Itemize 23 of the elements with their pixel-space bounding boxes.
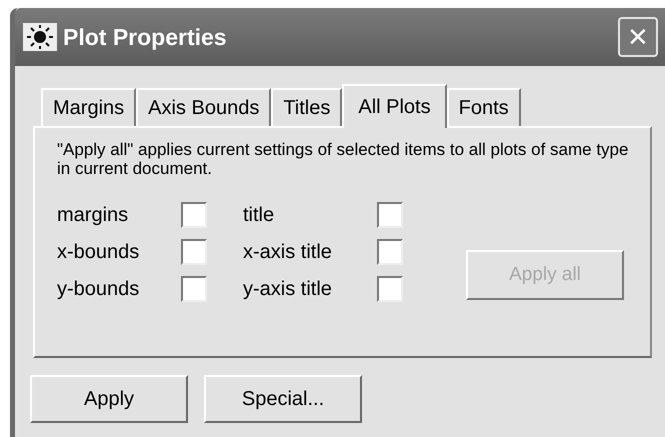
option-label: margins xyxy=(57,203,130,228)
tab[interactable]: Titles xyxy=(271,88,342,126)
option-label: title xyxy=(243,203,276,228)
checkbox[interactable] xyxy=(377,239,403,265)
close-button[interactable]: ✕ xyxy=(618,17,658,57)
checkbox[interactable] xyxy=(181,202,207,228)
checkbox[interactable] xyxy=(181,239,207,265)
window-title: Plot Properties xyxy=(63,22,227,52)
description-text: "Apply all" applies current settings of selected items to all plots of same type in current document. xyxy=(57,140,630,178)
checkbox[interactable] xyxy=(377,202,403,228)
option-label: x-bounds xyxy=(57,240,140,265)
sun-icon xyxy=(23,23,57,51)
option-label: y-axis title xyxy=(243,277,333,302)
checkbox[interactable] xyxy=(181,276,207,302)
option-label: x-axis title xyxy=(243,240,333,265)
tab[interactable]: Margins xyxy=(41,88,136,126)
checkbox[interactable] xyxy=(377,276,403,302)
option-label: y-bounds xyxy=(57,277,140,302)
tab[interactable]: All Plots xyxy=(342,84,447,128)
tab[interactable]: Axis Bounds xyxy=(136,88,272,126)
special-button[interactable]: Special... xyxy=(204,375,362,423)
apply-button[interactable]: Apply xyxy=(30,375,188,423)
tab[interactable]: Fonts xyxy=(446,88,521,126)
